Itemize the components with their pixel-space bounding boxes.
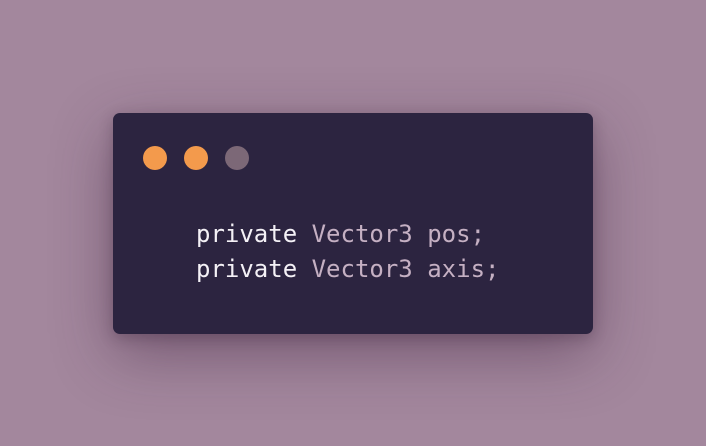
code-window: private Vector3 pos; private Vector3 axis… bbox=[113, 113, 593, 334]
type-token: Vector3 bbox=[311, 255, 413, 283]
keyword-token: private bbox=[196, 220, 298, 248]
close-dot-icon bbox=[143, 146, 167, 170]
window-controls bbox=[143, 146, 249, 170]
identifier-token: axis; bbox=[427, 255, 500, 283]
type-token: Vector3 bbox=[311, 220, 413, 248]
code-block: private Vector3 pos; private Vector3 axis… bbox=[196, 217, 499, 287]
code-line: private Vector3 pos; bbox=[196, 217, 499, 252]
maximize-dot-icon bbox=[225, 146, 249, 170]
code-line: private Vector3 axis; bbox=[196, 252, 499, 287]
minimize-dot-icon bbox=[184, 146, 208, 170]
keyword-token: private bbox=[196, 255, 298, 283]
identifier-token: pos; bbox=[427, 220, 486, 248]
